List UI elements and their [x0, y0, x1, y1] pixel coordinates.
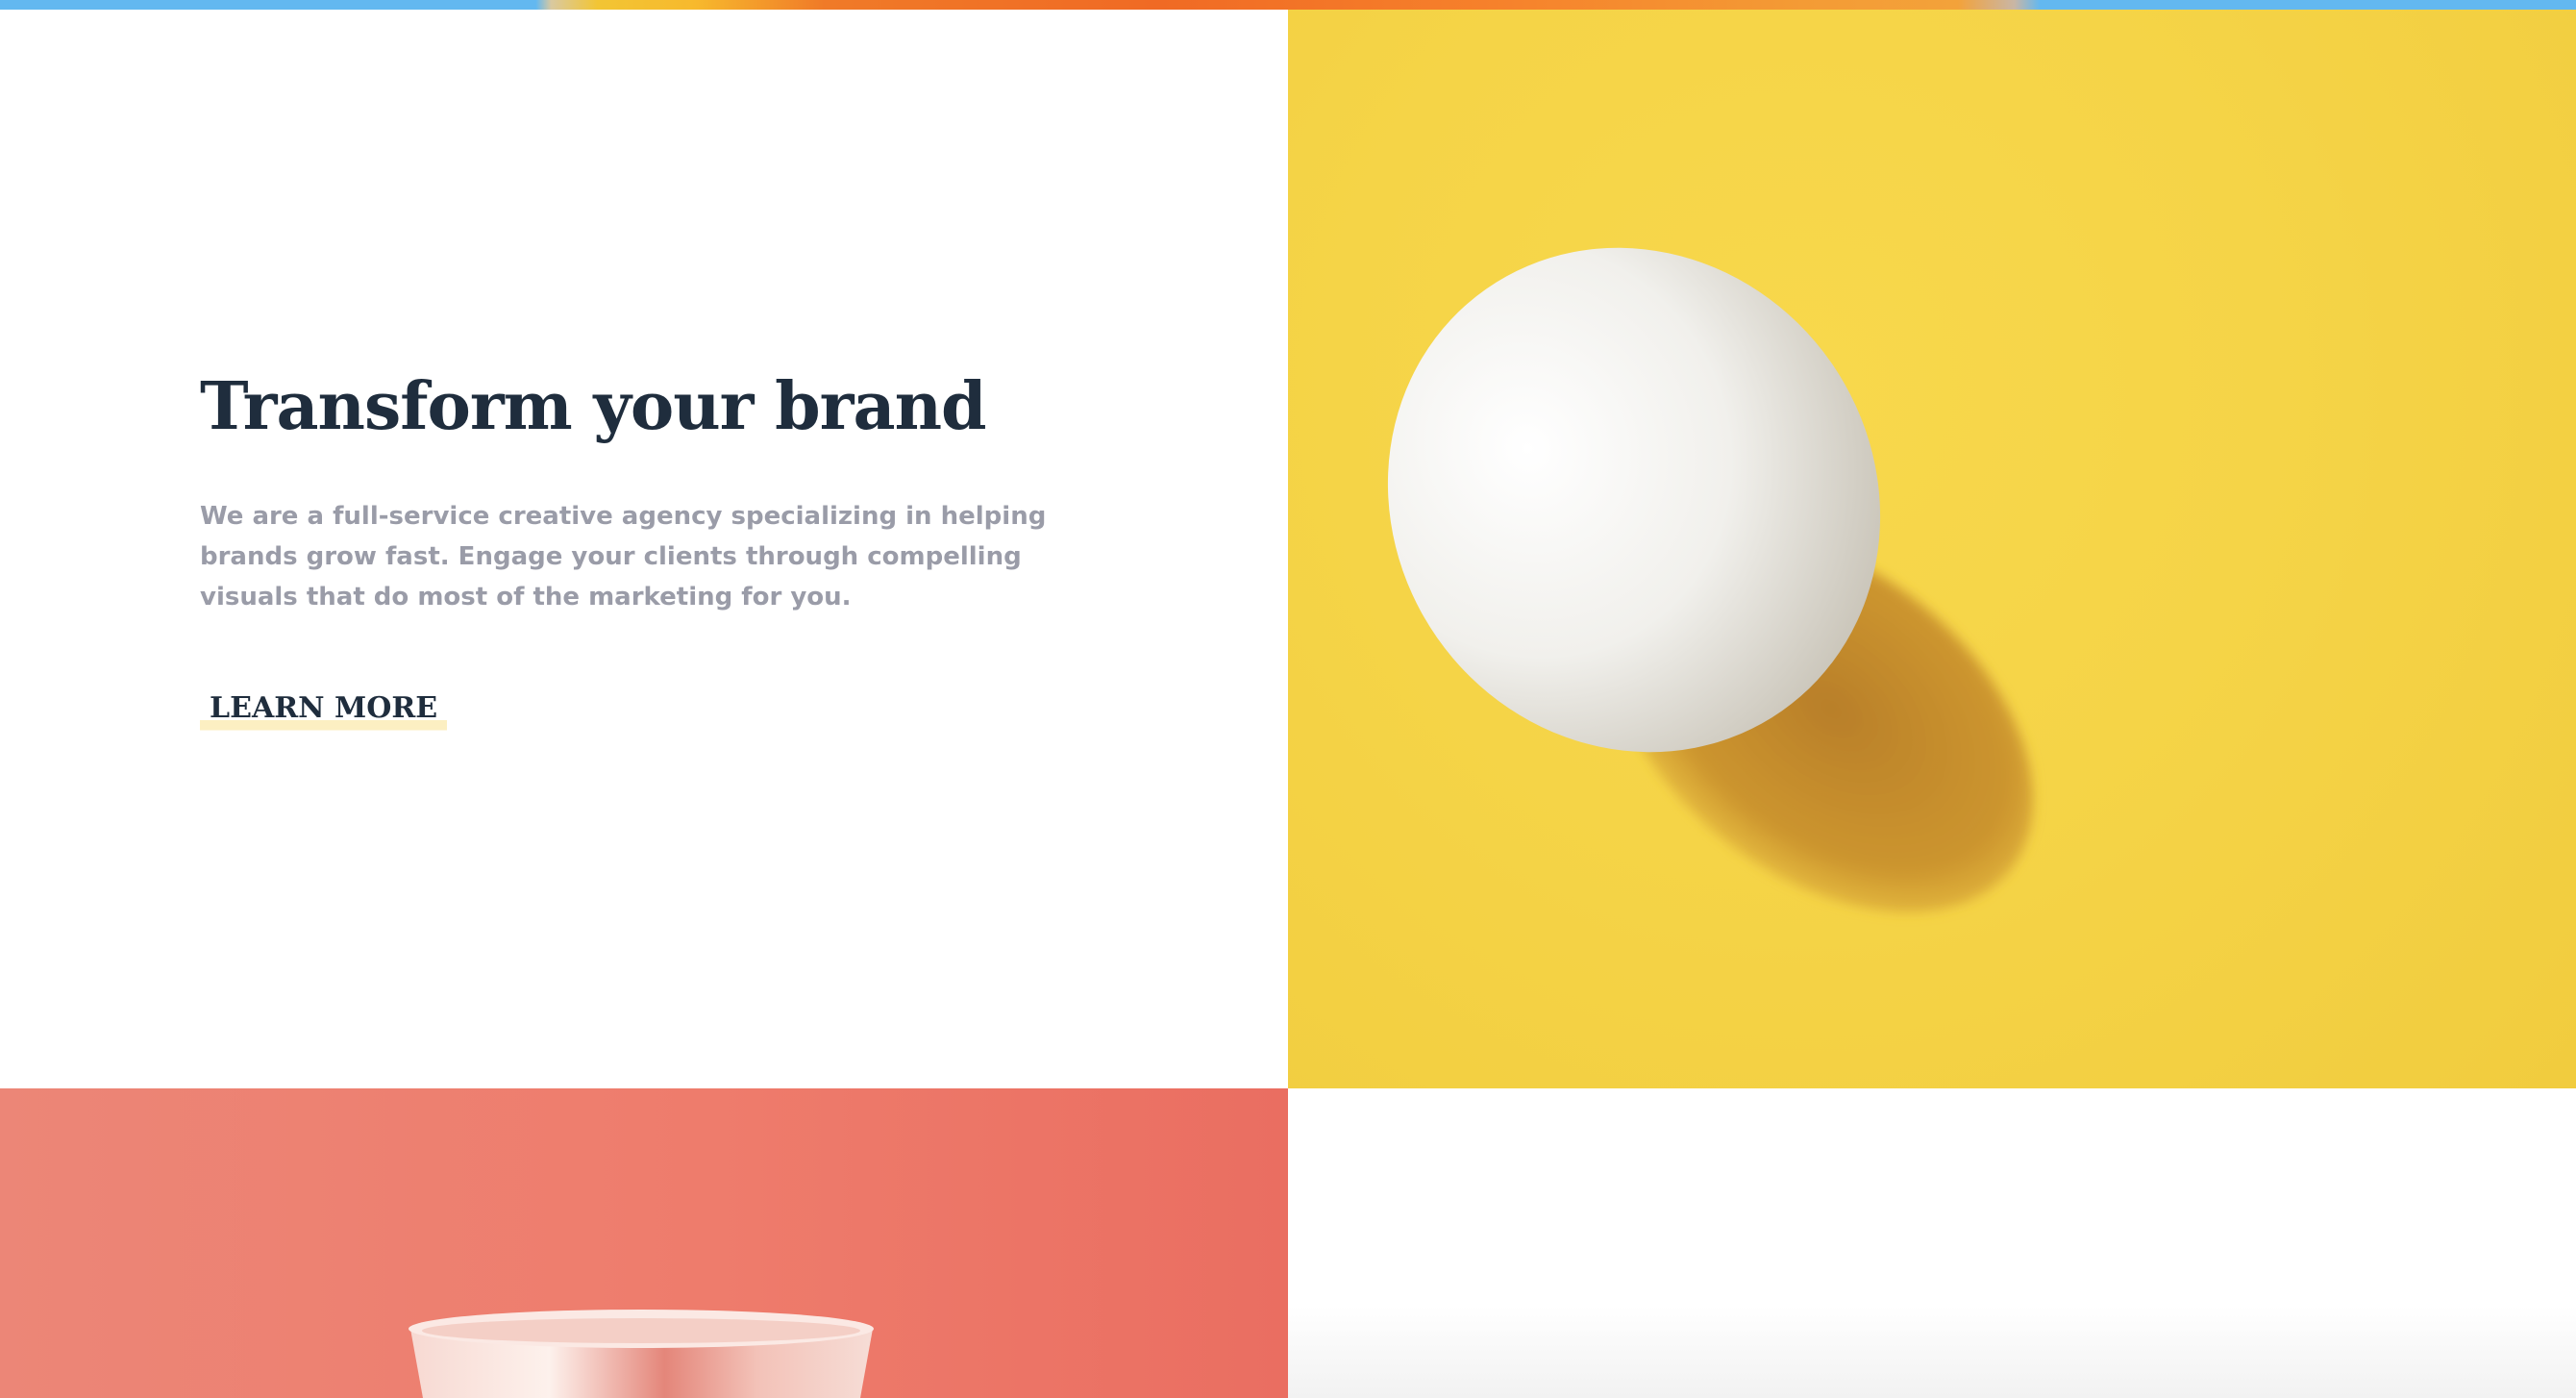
- cup-illustration: [409, 1310, 874, 1398]
- hero-title: Transform your brand: [200, 368, 987, 445]
- top-banner-image-strip: [0, 0, 2576, 10]
- egg-illustration: [1387, 247, 2034, 912]
- blank-panel: [1288, 1088, 2576, 1398]
- egg-photo: [1288, 10, 2576, 1088]
- hero-description: We are a full-service creative agency sp…: [200, 502, 1047, 612]
- hero-text-section: Transform your brand We are a full-servi…: [0, 10, 1288, 1088]
- cup-inner: [422, 1318, 860, 1343]
- learn-more-link[interactable]: LEARN MORE: [200, 683, 448, 735]
- cup-photo: [0, 1088, 1288, 1398]
